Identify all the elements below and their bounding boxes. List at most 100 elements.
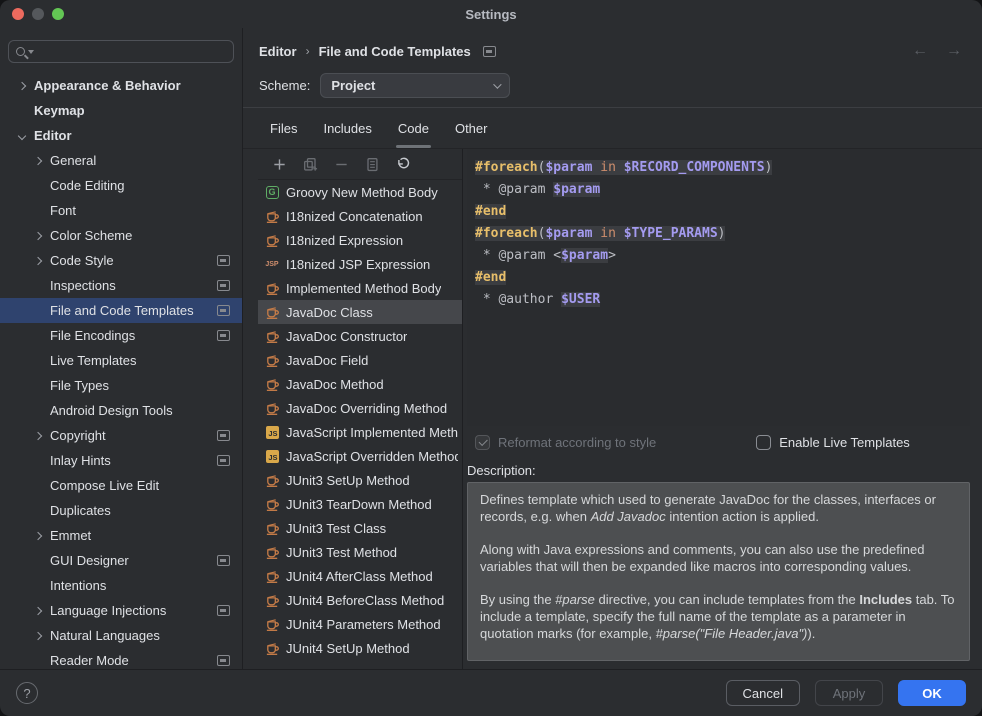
template-item-junit4-beforeclass-method[interactable]: JUnit4 BeforeClass Method bbox=[258, 588, 462, 612]
checkbox-reformat-according-to-style[interactable]: Reformat according to style bbox=[475, 435, 656, 450]
template-item-javadoc-class[interactable]: JavaDoc Class bbox=[258, 300, 462, 324]
chevron-right-icon[interactable] bbox=[34, 156, 42, 164]
chevron-right-icon[interactable] bbox=[34, 631, 42, 639]
sidebar-item-appearance-behavior[interactable]: Appearance & Behavior bbox=[0, 73, 242, 98]
code-token: $USER bbox=[561, 292, 600, 307]
sidebar-item-label: Language Injections bbox=[50, 603, 166, 618]
checkbox-box[interactable] bbox=[756, 435, 771, 450]
chevron-right-icon[interactable] bbox=[34, 531, 42, 539]
sidebar-item-copyright[interactable]: Copyright bbox=[0, 423, 242, 448]
sidebar-item-live-templates[interactable]: Live Templates bbox=[0, 348, 242, 373]
template-item-implemented-method-body[interactable]: Implemented Method Body bbox=[258, 276, 462, 300]
code-line: #foreach($param in $RECORD_COMPONENTS) bbox=[475, 157, 962, 179]
code-token: in bbox=[600, 160, 616, 175]
tab-other[interactable]: Other bbox=[442, 108, 501, 148]
breadcrumb: Editor › File and Code Templates ← → bbox=[243, 28, 982, 70]
checkbox-enable-live-templates[interactable]: Enable Live Templates bbox=[756, 435, 910, 450]
tab-files[interactable]: Files bbox=[257, 108, 310, 148]
undo-icon[interactable] bbox=[395, 156, 411, 172]
template-item-i18nized-jsp-expression[interactable]: JSPI18nized JSP Expression bbox=[258, 252, 462, 276]
zoom-window-button[interactable] bbox=[52, 8, 64, 20]
template-list-toolbar bbox=[258, 149, 462, 180]
template-item-javascript-overridden-method[interactable]: JSJavaScript Overridden Method bbox=[258, 444, 462, 468]
sidebar-item-file-and-code-templates[interactable]: File and Code Templates bbox=[0, 298, 242, 323]
sidebar-item-general[interactable]: General bbox=[0, 148, 242, 173]
chevron-right-icon[interactable] bbox=[34, 606, 42, 614]
sidebar-item-inlay-hints[interactable]: Inlay Hints bbox=[0, 448, 242, 473]
sidebar-item-label: Keymap bbox=[34, 103, 85, 118]
template-item-junit4-setup-method[interactable]: JUnit4 SetUp Method bbox=[258, 636, 462, 660]
template-item-junit3-setup-method[interactable]: JUnit3 SetUp Method bbox=[258, 468, 462, 492]
template-item-javadoc-field[interactable]: JavaDoc Field bbox=[258, 348, 462, 372]
help-button[interactable]: ? bbox=[16, 682, 38, 704]
chevron-down-icon[interactable] bbox=[18, 131, 26, 139]
chevron-right-icon[interactable] bbox=[34, 431, 42, 439]
sidebar-item-label: Live Templates bbox=[50, 353, 136, 368]
tab-code[interactable]: Code bbox=[385, 108, 442, 148]
tab-includes[interactable]: Includes bbox=[310, 108, 384, 148]
sidebar-item-color-scheme[interactable]: Color Scheme bbox=[0, 223, 242, 248]
cancel-button[interactable]: Cancel bbox=[726, 680, 800, 706]
sidebar-item-code-style[interactable]: Code Style bbox=[0, 248, 242, 273]
minimize-window-button[interactable] bbox=[32, 8, 44, 20]
sidebar-item-emmet[interactable]: Emmet bbox=[0, 523, 242, 548]
sidebar-item-android-design-tools[interactable]: Android Design Tools bbox=[0, 398, 242, 423]
template-item-junit3-teardown-method[interactable]: JUnit3 TearDown Method bbox=[258, 492, 462, 516]
template-item-junit3-test-class[interactable]: JUnit3 Test Class bbox=[258, 516, 462, 540]
template-item-label: Implemented Method Body bbox=[286, 281, 441, 296]
chevron-right-icon[interactable] bbox=[34, 256, 42, 264]
template-item-i18nized-expression[interactable]: I18nized Expression bbox=[258, 228, 462, 252]
template-item-junit4-parameters-method[interactable]: JUnit4 Parameters Method bbox=[258, 612, 462, 636]
forward-arrow-icon[interactable]: → bbox=[946, 42, 962, 60]
inplace-settings-icon bbox=[217, 330, 230, 341]
add-icon[interactable] bbox=[271, 156, 287, 172]
back-arrow-icon[interactable]: ← bbox=[912, 42, 928, 60]
breadcrumb-current: File and Code Templates bbox=[319, 44, 471, 59]
chevron-right-icon[interactable] bbox=[18, 81, 26, 89]
template-item-javadoc-constructor[interactable]: JavaDoc Constructor bbox=[258, 324, 462, 348]
tab-label: Files bbox=[270, 121, 297, 136]
sidebar-item-label: Appearance & Behavior bbox=[34, 78, 181, 93]
sidebar-item-reader-mode[interactable]: Reader Mode bbox=[0, 648, 242, 669]
chevron-right-icon[interactable] bbox=[34, 231, 42, 239]
apply-button[interactable]: Apply bbox=[815, 680, 883, 706]
checkbox-box[interactable] bbox=[475, 435, 490, 450]
inplace-settings-icon bbox=[217, 555, 230, 566]
template-item-i18nized-concatenation[interactable]: I18nized Concatenation bbox=[258, 204, 462, 228]
sidebar-item-duplicates[interactable]: Duplicates bbox=[0, 498, 242, 523]
template-item-label: JUnit4 Parameters Method bbox=[286, 617, 441, 632]
template-item-javadoc-overriding-method[interactable]: JavaDoc Overriding Method bbox=[258, 396, 462, 420]
code-token: $param bbox=[561, 248, 608, 263]
template-code-editor[interactable]: #foreach($param in $RECORD_COMPONENTS) *… bbox=[467, 149, 970, 426]
search-input[interactable] bbox=[37, 43, 226, 60]
breadcrumb-editor[interactable]: Editor bbox=[259, 44, 297, 59]
copy-icon[interactable] bbox=[364, 156, 380, 172]
sidebar-item-gui-designer[interactable]: GUI Designer bbox=[0, 548, 242, 573]
remove-icon[interactable] bbox=[333, 156, 349, 172]
sidebar-item-inspections[interactable]: Inspections bbox=[0, 273, 242, 298]
template-item-javadoc-method[interactable]: JavaDoc Method bbox=[258, 372, 462, 396]
description-box[interactable]: Defines template which used to generate … bbox=[467, 482, 970, 661]
sidebar-item-intentions[interactable]: Intentions bbox=[0, 573, 242, 598]
duplicate-icon[interactable] bbox=[302, 156, 318, 172]
search-field[interactable] bbox=[8, 40, 234, 63]
close-window-button[interactable] bbox=[12, 8, 24, 20]
sidebar-item-font[interactable]: Font bbox=[0, 198, 242, 223]
template-item-label: JUnit4 AfterClass Method bbox=[286, 569, 433, 584]
sidebar-item-natural-languages[interactable]: Natural Languages bbox=[0, 623, 242, 648]
sidebar-item-keymap[interactable]: Keymap bbox=[0, 98, 242, 123]
scheme-dropdown[interactable]: Project bbox=[320, 73, 510, 98]
template-item-javascript-implemented-method[interactable]: JSJavaScript Implemented Method bbox=[258, 420, 462, 444]
sidebar-item-file-types[interactable]: File Types bbox=[0, 373, 242, 398]
sidebar-item-language-injections[interactable]: Language Injections bbox=[0, 598, 242, 623]
sidebar-item-code-editing[interactable]: Code Editing bbox=[0, 173, 242, 198]
sidebar-item-file-encodings[interactable]: File Encodings bbox=[0, 323, 242, 348]
sidebar-item-compose-live-edit[interactable]: Compose Live Edit bbox=[0, 473, 242, 498]
template-item-junit3-test-method[interactable]: JUnit3 Test Method bbox=[258, 540, 462, 564]
sidebar-item-editor[interactable]: Editor bbox=[0, 123, 242, 148]
ok-button[interactable]: OK bbox=[898, 680, 966, 706]
code-token: $param bbox=[545, 160, 592, 175]
template-item-groovy-new-method-body[interactable]: GGroovy New Method Body bbox=[258, 180, 462, 204]
template-item-junit4-afterclass-method[interactable]: JUnit4 AfterClass Method bbox=[258, 564, 462, 588]
search-options-caret-icon[interactable] bbox=[28, 50, 34, 54]
